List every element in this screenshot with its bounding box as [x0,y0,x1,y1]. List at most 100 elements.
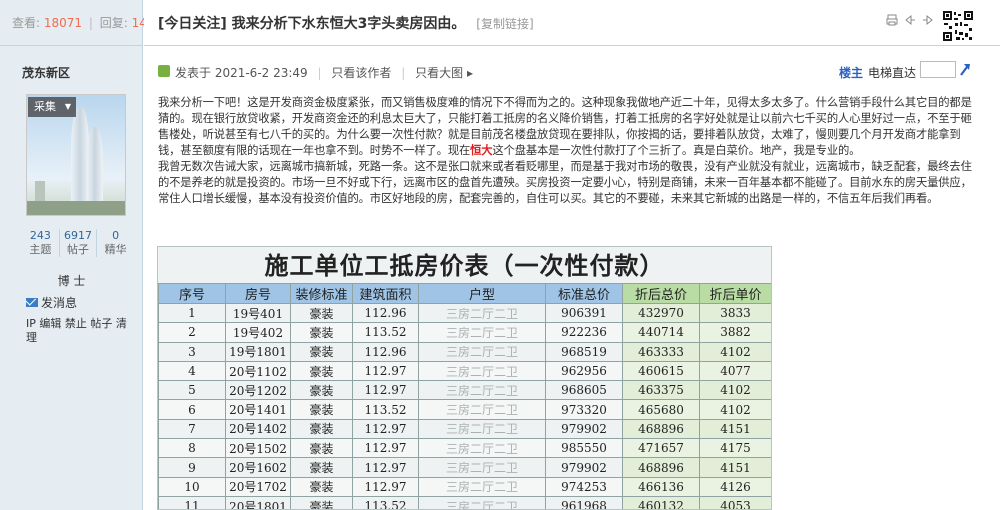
price-table-body: 1 19号401 豪装 112.96 三房二厅二卫 906391 432970 3833 2 19… [158,302,771,509]
table-cell: 20号1202 [225,380,291,401]
table-row: 8 20号1502 豪装 112.97 三房二厅二卫 985550 471657 4175 [158,438,771,459]
table-row: 4 20号1102 豪装 112.97 三房二厅二卫 962956 460615 4077 [158,360,771,382]
thread-title-bar: [今日关注] 我来分析下水东恒大3字头卖房因由。 [复制链接] [144,0,1000,46]
table-cell: 7 [158,418,226,440]
table-row: 5 20号1202 豪装 112.97 三房二厅二卫 968605 463375 4102 [158,380,771,401]
author-name[interactable]: 茂东新区 [22,64,70,81]
next-thread-icon[interactable] [922,14,934,26]
table-cell: 4151 [699,418,771,440]
thread-title: [今日关注] 我来分析下水东恒大3字头卖房因由。 [复制链接] [158,13,534,33]
floor-jump-input[interactable] [920,61,956,78]
table-cell: 3882 [699,322,771,343]
post-meta-bar: 发表于 2021-6-2 23:49 | 只看该作者 | 只看大图 ▸ 楼主 电… [144,56,1000,86]
table-cell: 20号1102 [225,360,291,382]
count-posts[interactable]: 6917 帖子 [60,229,98,257]
post-body: 我来分析一下吧！这是开发商资金极度紧张，而又销售极度难的情况下不得而为之的。这种… [158,95,974,207]
table-cell: 974253 [545,476,623,497]
qr-code-icon[interactable] [942,10,974,42]
count-label: 精华 [104,243,127,256]
table-cell: 豪装 [290,438,353,459]
table-cell: 9 [158,457,226,478]
table-row: 11 20号1801 豪装 113.52 三房二厅二卫 961968 460132 4053 [158,495,771,509]
table-row: 2 19号402 豪装 113.52 三房二厅二卫 922236 440714 3882 [158,322,771,343]
title-tools [886,14,934,26]
table-cell: 112.97 [352,360,419,382]
price-table-title: 施工单位工抵房价表（一次性付款） [158,247,771,283]
table-cell: 豪装 [290,360,353,382]
price-table-header: 序号 房号 装修标准 建筑面积 户型 标准总价 折后总价 折后单价 [158,283,771,304]
highlight-keyword[interactable]: 恒大 [470,144,492,157]
table-cell: 112.96 [352,341,419,362]
table-cell: 973320 [545,399,623,420]
count-value: 243 [29,229,51,242]
table-cell: 112.97 [352,438,419,459]
table-cell: 10 [158,476,226,497]
table-cell: 113.52 [352,322,419,343]
table-cell: 20号1702 [225,476,291,497]
table-cell: 113.52 [352,495,419,509]
table-header-cell: 装修标准 [290,283,353,304]
thread-title-text: [今日关注] 我来分析下水东恒大3字头卖房因由。 [158,16,466,32]
table-cell: 113.52 [352,399,419,420]
count-label: 帖子 [67,243,89,256]
table-cell: 465680 [622,399,700,420]
print-icon[interactable] [886,14,898,26]
table-cell: 豪装 [290,495,353,509]
send-message-link[interactable]: 发消息 [26,294,77,311]
author-counts: 243 主题 6917 帖子 0 精华 [22,229,134,257]
table-cell: 三房二厅二卫 [418,341,546,362]
table-cell: 20号1401 [225,399,291,420]
table-cell: 豪装 [290,457,353,478]
count-value: 0 [112,229,120,242]
table-row: 7 20号1402 豪装 112.97 三房二厅二卫 979902 468896 4151 [158,418,771,440]
table-cell: 968605 [545,380,623,401]
table-cell: 440714 [622,322,700,343]
prev-thread-icon[interactable] [904,14,916,26]
table-cell: 4077 [699,360,771,382]
table-cell: 985550 [545,438,623,459]
collect-button[interactable]: 采集 ▼ [28,97,76,117]
table-cell: 3833 [699,302,771,324]
table-cell: 4126 [699,476,771,497]
table-cell: 4053 [699,495,771,509]
table-cell: 961968 [545,495,623,509]
table-cell: 豪装 [290,322,353,343]
count-value: 6917 [64,229,92,242]
table-row: 3 19号1801 豪装 112.96 三房二厅二卫 968519 463333 4102 [158,341,771,362]
table-row: 6 20号1401 豪装 113.52 三房二厅二卫 973320 465680 4102 [158,399,771,420]
table-cell: 三房二厅二卫 [418,302,546,324]
table-cell: 112.96 [352,302,419,324]
table-header-cell: 标准总价 [545,283,623,304]
count-threads[interactable]: 243 主题 [22,229,60,257]
send-message-label: 发消息 [41,296,78,310]
floor-label: 楼主 [838,66,863,80]
table-cell: 112.97 [352,457,419,478]
copy-link-button[interactable]: [复制链接] [476,17,533,31]
table-cell: 463333 [622,341,700,362]
jump-go-icon[interactable] [958,61,972,78]
price-table-image[interactable]: 施工单位工抵房价表（一次性付款） 序号 房号 装修标准 建筑面积 户型 标准总价 折后总价折… [157,246,772,510]
thread-stats: 查看: 18071 | 回复: 143 [0,0,155,46]
mail-icon [26,298,38,307]
post-paragraph: 我来分析一下吧！这是开发商资金极度紧张，而又销售极度难的情况下不得而为之的。这种… [158,96,972,157]
table-cell: 三房二厅二卫 [418,438,546,459]
table-cell: 19号402 [225,322,291,343]
table-cell: 豪装 [290,399,353,420]
collect-label: 采集 [34,100,56,113]
user-rank: 博 士 [57,274,86,288]
admin-links[interactable]: IP 编辑 禁止 帖子 清理 [26,317,136,345]
table-cell: 2 [158,322,226,343]
table-cell: 三房二厅二卫 [418,380,546,401]
table-cell: 三房二厅二卫 [418,399,546,420]
count-digest[interactable]: 0 精华 [97,229,134,257]
table-cell: 1 [158,302,226,324]
table-cell: 463375 [622,380,700,401]
only-author-link[interactable]: 只看该作者 [331,66,391,80]
post-meta: 发表于 2021-6-2 23:49 | 只看该作者 | 只看大图 ▸ [175,64,473,81]
table-cell: 三房二厅二卫 [418,457,546,478]
table-cell: 4175 [699,438,771,459]
meta-separator: | [401,66,406,80]
table-cell: 20号1502 [225,438,291,459]
big-image-link[interactable]: 只看大图 [415,66,463,80]
author-sidebar: 查看: 18071 | 回复: 143 茂东新区 采集 ▼ 243 主题 691… [0,0,155,510]
